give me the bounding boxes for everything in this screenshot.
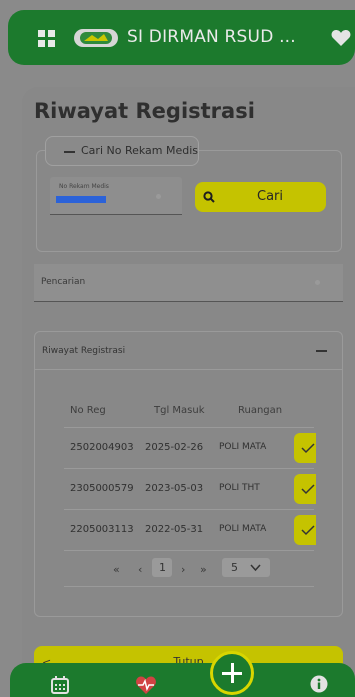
- field-label: No Rekam Medis: [59, 183, 109, 190]
- riwayat-panel-title: Riwayat Registrasi: [42, 346, 126, 356]
- select-button[interactable]: [294, 474, 316, 504]
- minus-icon: [64, 151, 75, 153]
- table-row[interactable]: 2205003113 2022-05-31 POLI MATA: [64, 510, 316, 551]
- cell-tgl-masuk: 2023-05-03: [145, 483, 204, 494]
- cell-tgl-masuk: 2022-05-31: [145, 524, 204, 535]
- pencarian-input[interactable]: Pencarian: [34, 264, 343, 302]
- cell-no-reg: 2305000579: [70, 483, 134, 494]
- riwayat-panel-header[interactable]: Riwayat Registrasi: [35, 332, 342, 370]
- cell-tgl-masuk: 2025-02-26: [145, 442, 204, 453]
- cell-ruangan: POLI MATA: [219, 524, 267, 534]
- heart-pulse-icon[interactable]: [135, 675, 157, 695]
- table-row[interactable]: 2305000579 2023-05-03 POLI THT: [64, 469, 316, 510]
- first-page-button[interactable]: «: [113, 563, 120, 576]
- page-size-select[interactable]: 5: [222, 558, 270, 577]
- last-page-button[interactable]: »: [200, 563, 207, 576]
- clear-icon[interactable]: [156, 194, 161, 199]
- current-page-number: 1: [159, 561, 166, 574]
- app-bar: SI DIRMAN RSUD ...: [8, 10, 355, 65]
- clear-icon[interactable]: [315, 280, 320, 285]
- cari-button-label: Cari: [257, 189, 283, 204]
- no-rekam-medis-field[interactable]: No Rekam Medis 0000000000: [50, 177, 182, 215]
- collapse-icon[interactable]: [316, 350, 327, 352]
- heart-icon[interactable]: [331, 29, 351, 47]
- cari-button[interactable]: Cari: [195, 182, 326, 212]
- grid-icon[interactable]: [38, 30, 55, 47]
- column-header-tgl-masuk[interactable]: Tgl Masuk: [154, 405, 205, 416]
- app-title: SI DIRMAN RSUD ...: [127, 27, 296, 47]
- select-button[interactable]: [294, 515, 316, 545]
- check-icon: [301, 484, 315, 495]
- logo-icon: [74, 29, 118, 47]
- calendar-icon[interactable]: [50, 675, 70, 695]
- pencarian-placeholder: Pencarian: [41, 277, 86, 287]
- chevron-down-icon: [250, 564, 261, 572]
- table-row[interactable]: 2502004903 2025-02-26 POLI MATA: [64, 428, 316, 469]
- prev-page-button[interactable]: ‹: [138, 563, 142, 576]
- next-page-button[interactable]: ›: [181, 563, 185, 576]
- cell-ruangan: POLI MATA: [219, 442, 267, 452]
- page-title: Riwayat Registrasi: [34, 99, 255, 123]
- check-icon: [301, 525, 315, 536]
- cell-no-reg: 2205003113: [70, 524, 134, 535]
- check-icon: [301, 443, 315, 454]
- select-button[interactable]: [294, 433, 316, 463]
- add-button[interactable]: [210, 651, 254, 695]
- cell-no-reg: 2502004903: [70, 442, 134, 453]
- column-header-ruangan[interactable]: Ruangan: [238, 405, 282, 416]
- search-tab[interactable]: Cari No Rekam Medis: [45, 136, 199, 166]
- current-page[interactable]: 1: [152, 558, 172, 577]
- info-icon[interactable]: [310, 675, 328, 693]
- page-size-value: 5: [231, 561, 238, 574]
- field-value[interactable]: 0000000000: [56, 196, 106, 203]
- cell-ruangan: POLI THT: [219, 483, 260, 493]
- search-tab-label: Cari No Rekam Medis: [81, 144, 199, 157]
- search-icon: [203, 191, 215, 203]
- column-header-no-reg[interactable]: No Reg: [70, 405, 106, 416]
